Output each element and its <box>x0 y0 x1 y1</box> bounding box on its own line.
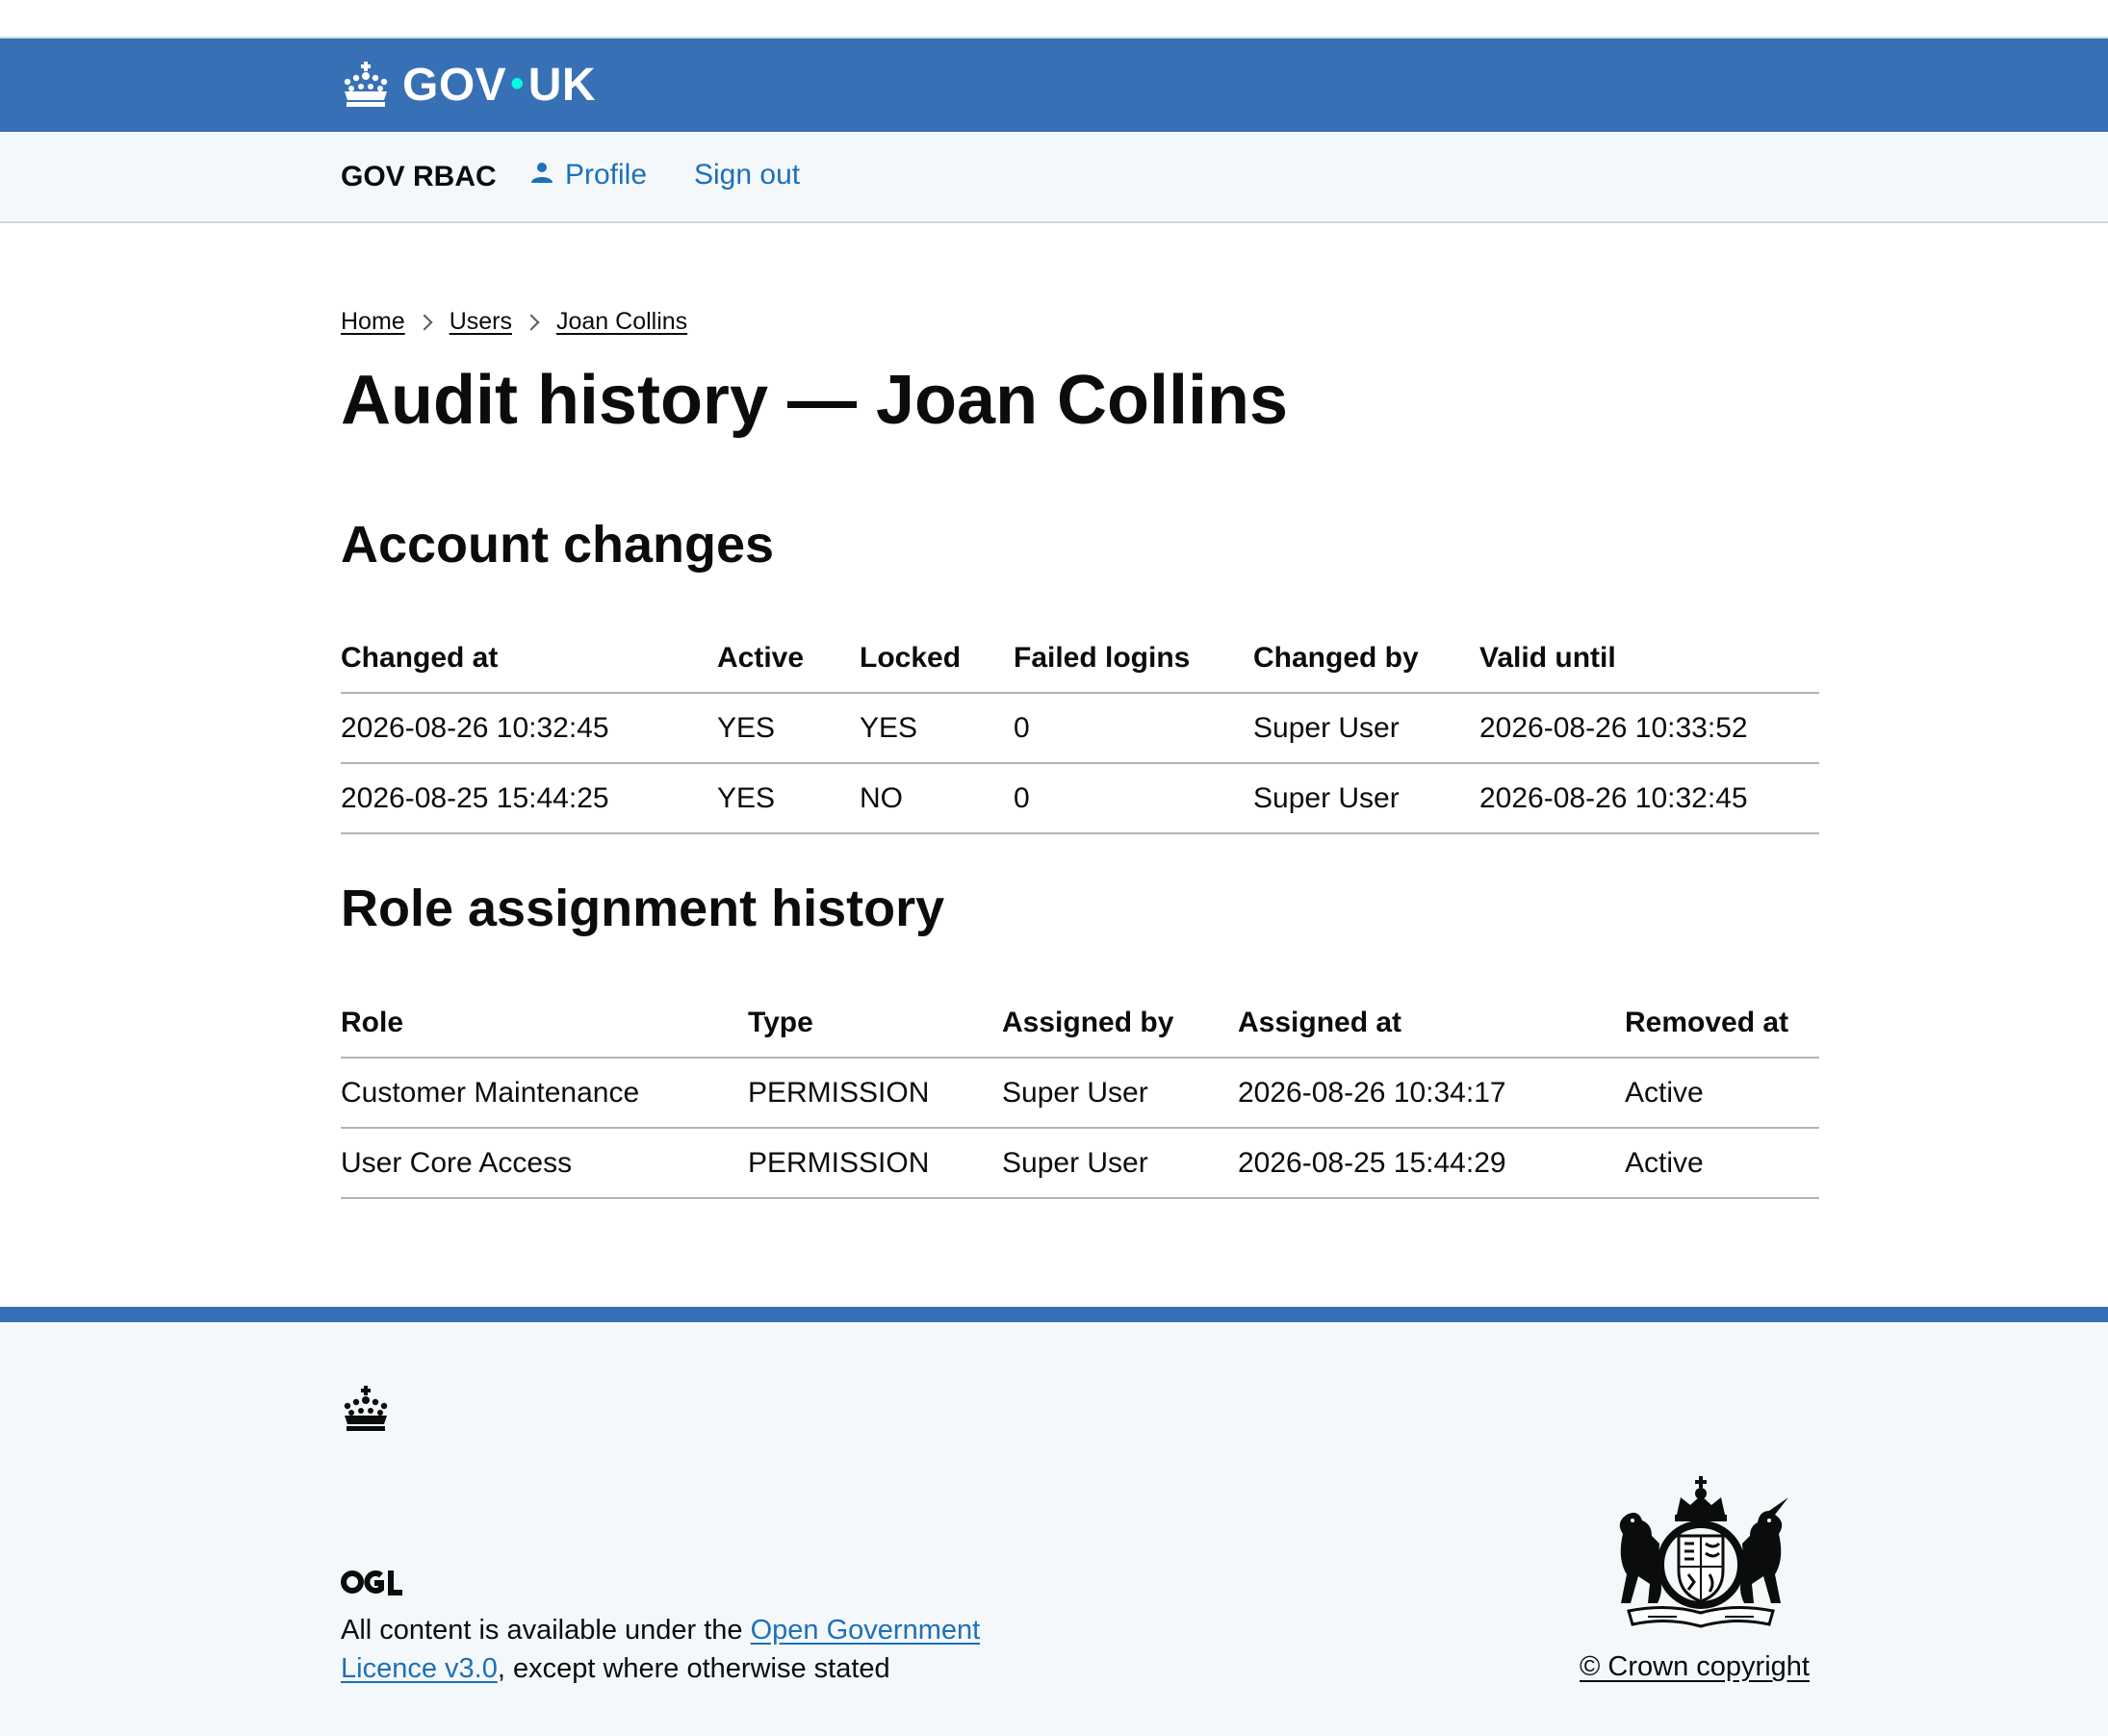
cell-assigned-at: 2026-08-25 15:44:29 <box>1238 1128 1625 1199</box>
cell-role: User Core Access <box>341 1128 748 1199</box>
column-header: Removed at <box>1625 988 1819 1059</box>
column-header: Failed logins <box>1014 624 1253 694</box>
cell-valid-until: 2026-08-26 10:32:45 <box>1479 763 1819 834</box>
gov-header: GOV •UK <box>0 38 2108 132</box>
nav-profile-label: Profile <box>565 159 648 191</box>
breadcrumb-home[interactable]: Home <box>341 308 405 336</box>
footer: All content is available under the Open … <box>0 1322 2108 1736</box>
chevron-right-icon <box>416 314 433 330</box>
breadcrumb-user[interactable]: Joan Collins <box>556 308 687 336</box>
licence-text: All content is available under the Open … <box>341 1615 981 1684</box>
column-header: Type <box>748 988 1002 1059</box>
cell-changed-by: Super User <box>1253 693 1479 764</box>
role-history-table: Role Type Assigned by Assigned at Remove… <box>341 988 1819 1199</box>
account-changes-table: Changed at Active Locked Failed logins C… <box>341 624 1819 834</box>
nav-signout-link[interactable]: Sign out <box>694 159 800 191</box>
service-navigation: GOV RBAC Profile Sign out <box>0 132 2108 223</box>
column-header: Assigned by <box>1002 988 1238 1059</box>
column-header: Changed at <box>341 624 717 694</box>
column-header: Assigned at <box>1238 988 1625 1059</box>
chevron-right-icon <box>523 314 540 330</box>
cell-failed-logins: 0 <box>1014 763 1253 834</box>
footer-top-border <box>0 1307 2108 1322</box>
cell-assigned-at: 2026-08-26 10:34:17 <box>1238 1058 1625 1129</box>
cell-failed-logins: 0 <box>1014 693 1253 764</box>
cell-removed-at: Active <box>1625 1128 1819 1199</box>
cell-active: YES <box>717 763 860 834</box>
person-icon <box>530 159 565 191</box>
column-header: Locked <box>860 624 1014 694</box>
cell-type: PERMISSION <box>748 1128 1002 1199</box>
crown-icon <box>341 62 391 108</box>
column-header: Active <box>717 624 860 694</box>
table-row: Customer Maintenance PERMISSION Super Us… <box>341 1058 1819 1129</box>
cell-locked: YES <box>860 693 1014 764</box>
govuk-logo-text: GOV •UK <box>402 59 597 111</box>
table-header-row: Role Type Assigned by Assigned at Remove… <box>341 988 1819 1059</box>
breadcrumb: Home Users Joan Collins <box>341 308 687 336</box>
cell-changed-by: Super User <box>1253 763 1479 834</box>
nav-profile-link[interactable]: Profile <box>530 159 647 191</box>
cell-changed-at: 2026-08-26 10:32:45 <box>341 693 717 764</box>
crown-copyright-link[interactable]: © Crown copyright <box>1580 1651 1810 1683</box>
crown-icon <box>341 1386 391 1437</box>
top-strip <box>0 0 2108 38</box>
breadcrumb-users[interactable]: Users <box>450 308 512 336</box>
cell-removed-at: Active <box>1625 1058 1819 1129</box>
royal-coat-of-arms-icon <box>1609 1476 1792 1639</box>
cell-valid-until: 2026-08-26 10:33:52 <box>1479 693 1819 764</box>
column-header: Role <box>341 988 748 1059</box>
cell-type: PERMISSION <box>748 1058 1002 1129</box>
table-row: 2026-08-25 15:44:25 YES NO 0 Super User … <box>341 763 1819 834</box>
govuk-logo-link[interactable]: GOV •UK <box>341 56 596 114</box>
account-changes-heading: Account changes <box>341 516 775 574</box>
cell-active: YES <box>717 693 860 764</box>
ogl-logo-icon <box>341 1569 404 1600</box>
table-header-row: Changed at Active Locked Failed logins C… <box>341 624 1819 694</box>
service-name: GOV RBAC <box>341 161 497 192</box>
column-header: Changed by <box>1253 624 1479 694</box>
cell-role: Customer Maintenance <box>341 1058 748 1129</box>
table-row: 2026-08-26 10:32:45 YES YES 0 Super User… <box>341 693 1819 764</box>
page-title: Audit history — Joan Collins <box>341 362 1289 439</box>
cell-locked: NO <box>860 763 1014 834</box>
cell-assigned-by: Super User <box>1002 1128 1238 1199</box>
role-history-heading: Role assignment history <box>341 880 945 937</box>
cell-assigned-by: Super User <box>1002 1058 1238 1129</box>
column-header: Valid until <box>1479 624 1819 694</box>
table-row: User Core Access PERMISSION Super User 2… <box>341 1128 1819 1199</box>
cell-changed-at: 2026-08-25 15:44:25 <box>341 763 717 834</box>
